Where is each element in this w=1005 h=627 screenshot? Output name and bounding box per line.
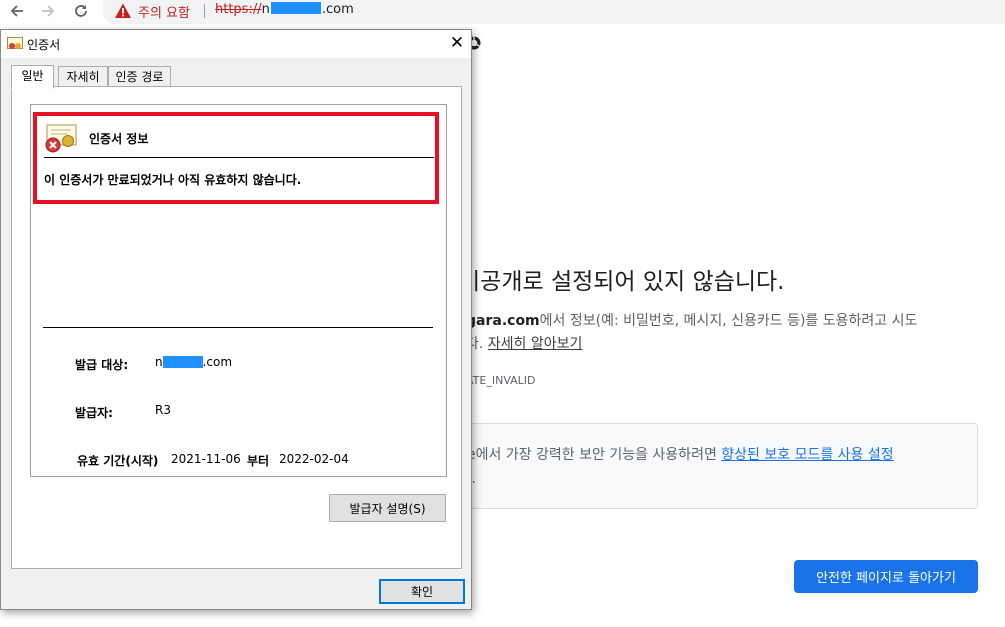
reload-icon[interactable] <box>69 0 93 22</box>
certificate-dialog: 인증서 ✕ 일반 자세히 인증 경로 인증서 정보 이 인증서가 만료되었거나 … <box>0 29 472 610</box>
enhanced-protection-link[interactable]: 향상된 보호 모드를 사용 설정 <box>721 447 893 463</box>
issued-to-prefix: n <box>155 355 163 369</box>
enhanced-protection-box: e에서 가장 강력한 보안 기능을 사용하려면 향상된 보호 모드를 사용 설정… <box>443 423 978 509</box>
description-line1: 에서 정보(예: 비밀번호, 메시지, 신용카드 등)를 도용하려고 시도 <box>539 313 918 329</box>
address-bar[interactable]: 주의 요함 https://n .com <box>103 0 1005 24</box>
url-scheme: https:// <box>215 2 262 17</box>
certificate-icon <box>7 37 23 49</box>
tab-certification-path[interactable]: 인증 경로 <box>108 66 171 88</box>
omnibox-divider <box>204 4 205 18</box>
dialog-title: 인증서 <box>27 38 61 52</box>
error-code[interactable]: ATE_INVALID <box>466 374 536 387</box>
tab-details[interactable]: 자세히 <box>58 66 108 88</box>
redaction-mark <box>162 356 203 368</box>
issued-by-label: 발급자: <box>75 406 113 420</box>
page-heading: 비공개로 설정되어 있지 않습니다. <box>459 269 785 295</box>
back-arrow-icon[interactable] <box>5 0 29 22</box>
highlight-box: 인증서 정보 이 인증서가 만료되었거나 아직 유효하지 않습니다. <box>33 112 439 204</box>
valid-to-date: 2022-02-04 <box>279 452 349 466</box>
enhanced-protection-text: e에서 가장 강력한 보안 기능을 사용하려면 향상된 보호 모드를 사용 설정… <box>467 443 967 491</box>
issued-to-suffix: .com <box>202 355 233 369</box>
issued-to-value: n .com <box>155 355 232 369</box>
valid-from-date: 2021-11-06 <box>171 452 241 466</box>
learn-more-link[interactable]: 자세히 알아보기 <box>488 336 583 352</box>
redaction-mark <box>270 2 321 14</box>
divider <box>43 327 433 328</box>
certificate-error-icon <box>45 124 77 153</box>
description-domain: gara.com <box>466 313 540 329</box>
enhanced-prefix: e에서 가장 강력한 보안 기능을 사용하려면 <box>467 447 717 463</box>
tab-general[interactable]: 일반 <box>11 65 54 89</box>
url-text[interactable]: https://n .com <box>215 2 354 17</box>
certificate-info-title: 인증서 정보 <box>89 132 149 146</box>
url-host-prefix: n <box>261 2 270 17</box>
issuer-statement-button[interactable]: 발급자 설명(S) <box>329 494 446 522</box>
certificate-info-pane: 인증서 정보 이 인증서가 만료되었거나 아직 유효하지 않습니다. 발급 대상… <box>30 104 447 477</box>
divider <box>44 157 434 158</box>
ok-button[interactable]: 확인 <box>379 579 465 604</box>
browser-toolbar: 주의 요함 https://n .com <box>0 0 1005 24</box>
validity-to-word: 부터 <box>247 454 270 468</box>
certificate-status-message: 이 인증서가 만료되었거나 아직 유효하지 않습니다. <box>44 173 302 187</box>
close-icon[interactable]: ✕ <box>448 34 466 52</box>
issued-to-label: 발급 대상: <box>75 358 129 372</box>
back-to-safety-button[interactable]: 안전한 페이지로 돌아가기 <box>794 560 978 593</box>
warning-triangle-icon[interactable] <box>114 2 132 20</box>
dialog-titlebar[interactable]: 인증서 ✕ <box>1 30 471 58</box>
security-status-label[interactable]: 주의 요함 <box>138 2 190 21</box>
issued-by-value: R3 <box>155 403 171 417</box>
validity-label: 유효 기간(시작) <box>77 454 159 468</box>
url-host-suffix: .com <box>321 2 354 17</box>
page-description: gara.com에서 정보(예: 비밀번호, 메시지, 신용카드 등)를 도용하… <box>466 310 996 356</box>
forward-arrow-icon[interactable] <box>36 0 60 22</box>
